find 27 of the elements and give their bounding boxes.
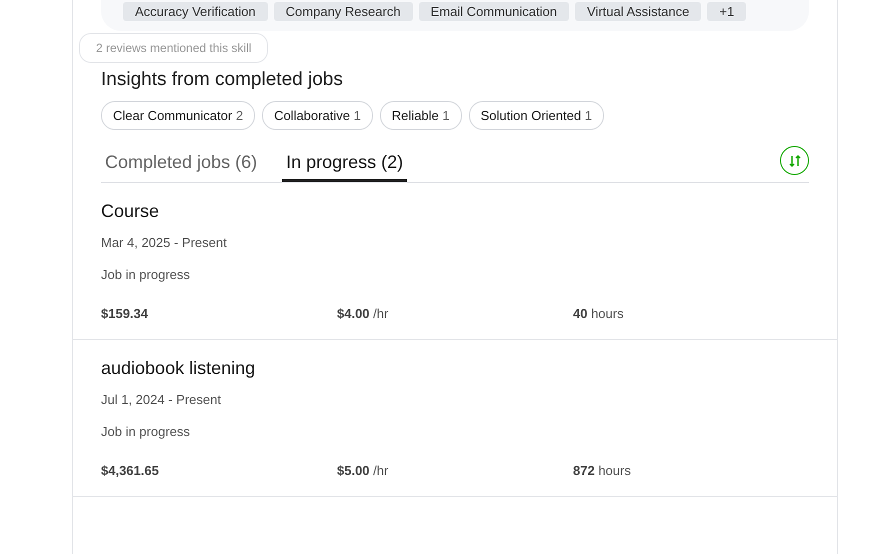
skill-badge[interactable]: Reliable 1 <box>380 101 462 130</box>
skill-tag[interactable]: Virtual Assistance <box>575 2 702 21</box>
tooltip: 2 reviews mentioned this skill <box>79 33 268 63</box>
job-title[interactable]: Course <box>101 201 809 222</box>
hourly-rate: $4.00 /hr <box>337 306 390 321</box>
job-status: Job in progress <box>101 267 191 282</box>
job-title[interactable]: audiobook listening <box>101 358 809 379</box>
skill-badge[interactable]: Collaborative 1 <box>262 101 373 130</box>
job-dates: Mar 4, 2025 - Present <box>101 235 228 250</box>
hourly-rate: $5.00 /hr <box>337 463 390 478</box>
job-dates: Jul 1, 2024 - Present <box>101 392 222 407</box>
tab[interactable]: In progress (2) <box>282 146 408 182</box>
sort-icon <box>788 154 802 168</box>
skill-badge[interactable]: Clear Communicator 2 <box>101 101 256 130</box>
earned-amount: $4,361.65 <box>101 463 160 478</box>
section-title: Insights from completed jobs <box>101 69 343 91</box>
skill-tag[interactable]: Company Research <box>274 2 413 21</box>
tab[interactable]: Completed jobs (6) <box>101 146 262 182</box>
earned-amount: $159.34 <box>101 306 149 321</box>
skill-badge[interactable]: Solution Oriented 1 <box>468 101 604 130</box>
job-status: Job in progress <box>101 424 191 439</box>
sort-button[interactable] <box>780 146 809 175</box>
skill-tag[interactable]: Email Communication <box>418 2 569 21</box>
skill-tag[interactable]: Accuracy Verification <box>123 2 268 21</box>
hours-worked: 40 hours <box>573 306 625 321</box>
hours-worked: 872 hours <box>573 463 632 478</box>
more-tag[interactable]: +1 <box>707 2 746 21</box>
